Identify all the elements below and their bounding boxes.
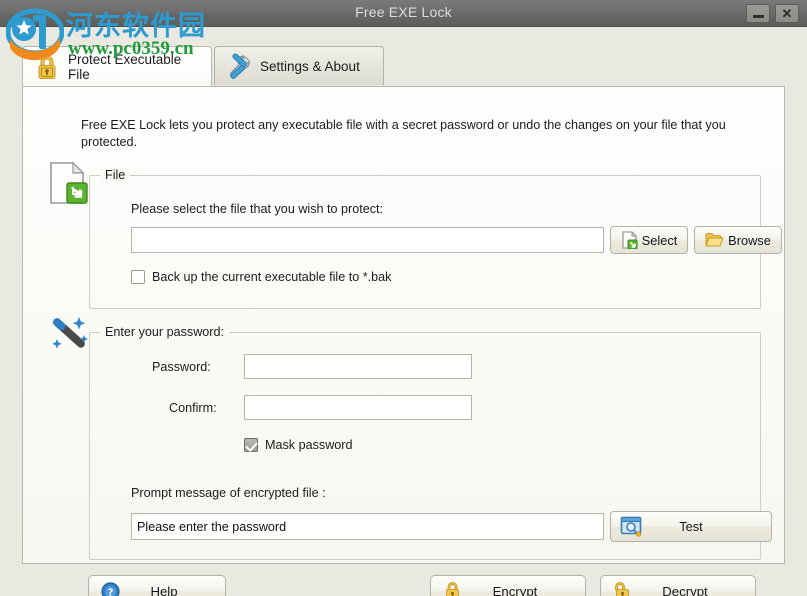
close-button[interactable]: ✕ xyxy=(775,4,799,23)
backup-checkbox[interactable] xyxy=(131,270,145,284)
backup-checkbox-row[interactable]: Back up the current executable file to *… xyxy=(131,270,391,284)
password-label: Password: xyxy=(152,360,211,374)
help-question-icon: ? xyxy=(101,581,120,596)
preview-window-icon xyxy=(620,516,642,537)
tab-protect-executable-file[interactable]: Protect Executable File xyxy=(22,46,212,86)
padlock-open-icon xyxy=(615,582,629,596)
mask-password-checkbox[interactable] xyxy=(244,438,258,452)
tab-settings-and-about[interactable]: Settings & About xyxy=(214,46,384,85)
select-button-label: Select xyxy=(641,232,678,248)
padlock-closed-icon xyxy=(446,582,459,596)
prompt-message-input[interactable] xyxy=(131,513,604,540)
intro-text: Free EXE Lock lets you protect any execu… xyxy=(81,118,726,149)
file-group-title: File xyxy=(100,168,131,182)
application-window: Free EXE Lock ✕ 河东软件园 www.pc0359.cn Prot… xyxy=(0,0,807,596)
tab-protect-label: Protect Executable File xyxy=(68,51,182,82)
encrypt-button[interactable]: Encrypt xyxy=(430,575,586,596)
backup-checkbox-label: Back up the current executable file to *… xyxy=(152,270,392,284)
tab-panel-protect: Free EXE Lock lets you protect any execu… xyxy=(22,86,785,564)
test-button-label: Test xyxy=(679,519,703,534)
document-export-icon xyxy=(50,161,88,204)
decrypt-button[interactable]: Decrypt xyxy=(600,575,756,596)
title-bar: Free EXE Lock ✕ xyxy=(0,0,807,27)
file-group: File Please select the file that you wis… xyxy=(89,168,782,309)
file-instruction-label: Please select the file that you wish to … xyxy=(131,202,384,216)
browse-button[interactable]: Browse xyxy=(694,226,782,254)
browse-button-label: Browse xyxy=(728,232,771,248)
confirm-label: Confirm: xyxy=(169,401,217,415)
folder-open-icon xyxy=(705,233,724,247)
padlock-icon xyxy=(38,55,56,79)
help-button[interactable]: ? Help xyxy=(88,575,226,596)
tab-settings-label: Settings & About xyxy=(260,58,360,74)
password-input[interactable] xyxy=(244,354,472,379)
file-path-input[interactable] xyxy=(131,227,604,253)
tab-strip: Protect Executable File Settings & About xyxy=(0,27,807,87)
magic-wand-icon xyxy=(52,317,88,349)
password-group-title: Enter your password: xyxy=(100,325,229,339)
prompt-message-label: Prompt message of encrypted file : xyxy=(131,486,326,500)
minimize-button[interactable] xyxy=(746,4,770,23)
window-title: Free EXE Lock xyxy=(355,4,452,20)
mask-password-label: Mask password xyxy=(265,438,353,452)
select-button[interactable]: Select xyxy=(610,226,688,254)
mask-password-row[interactable]: Mask password xyxy=(244,438,353,452)
test-button[interactable]: Test xyxy=(610,511,772,542)
svg-text:?: ? xyxy=(108,587,114,596)
confirm-input[interactable] xyxy=(244,395,472,420)
tools-icon xyxy=(230,53,250,79)
password-group: Enter your password: Password: Confirm: … xyxy=(89,325,772,560)
select-file-icon xyxy=(622,231,638,249)
